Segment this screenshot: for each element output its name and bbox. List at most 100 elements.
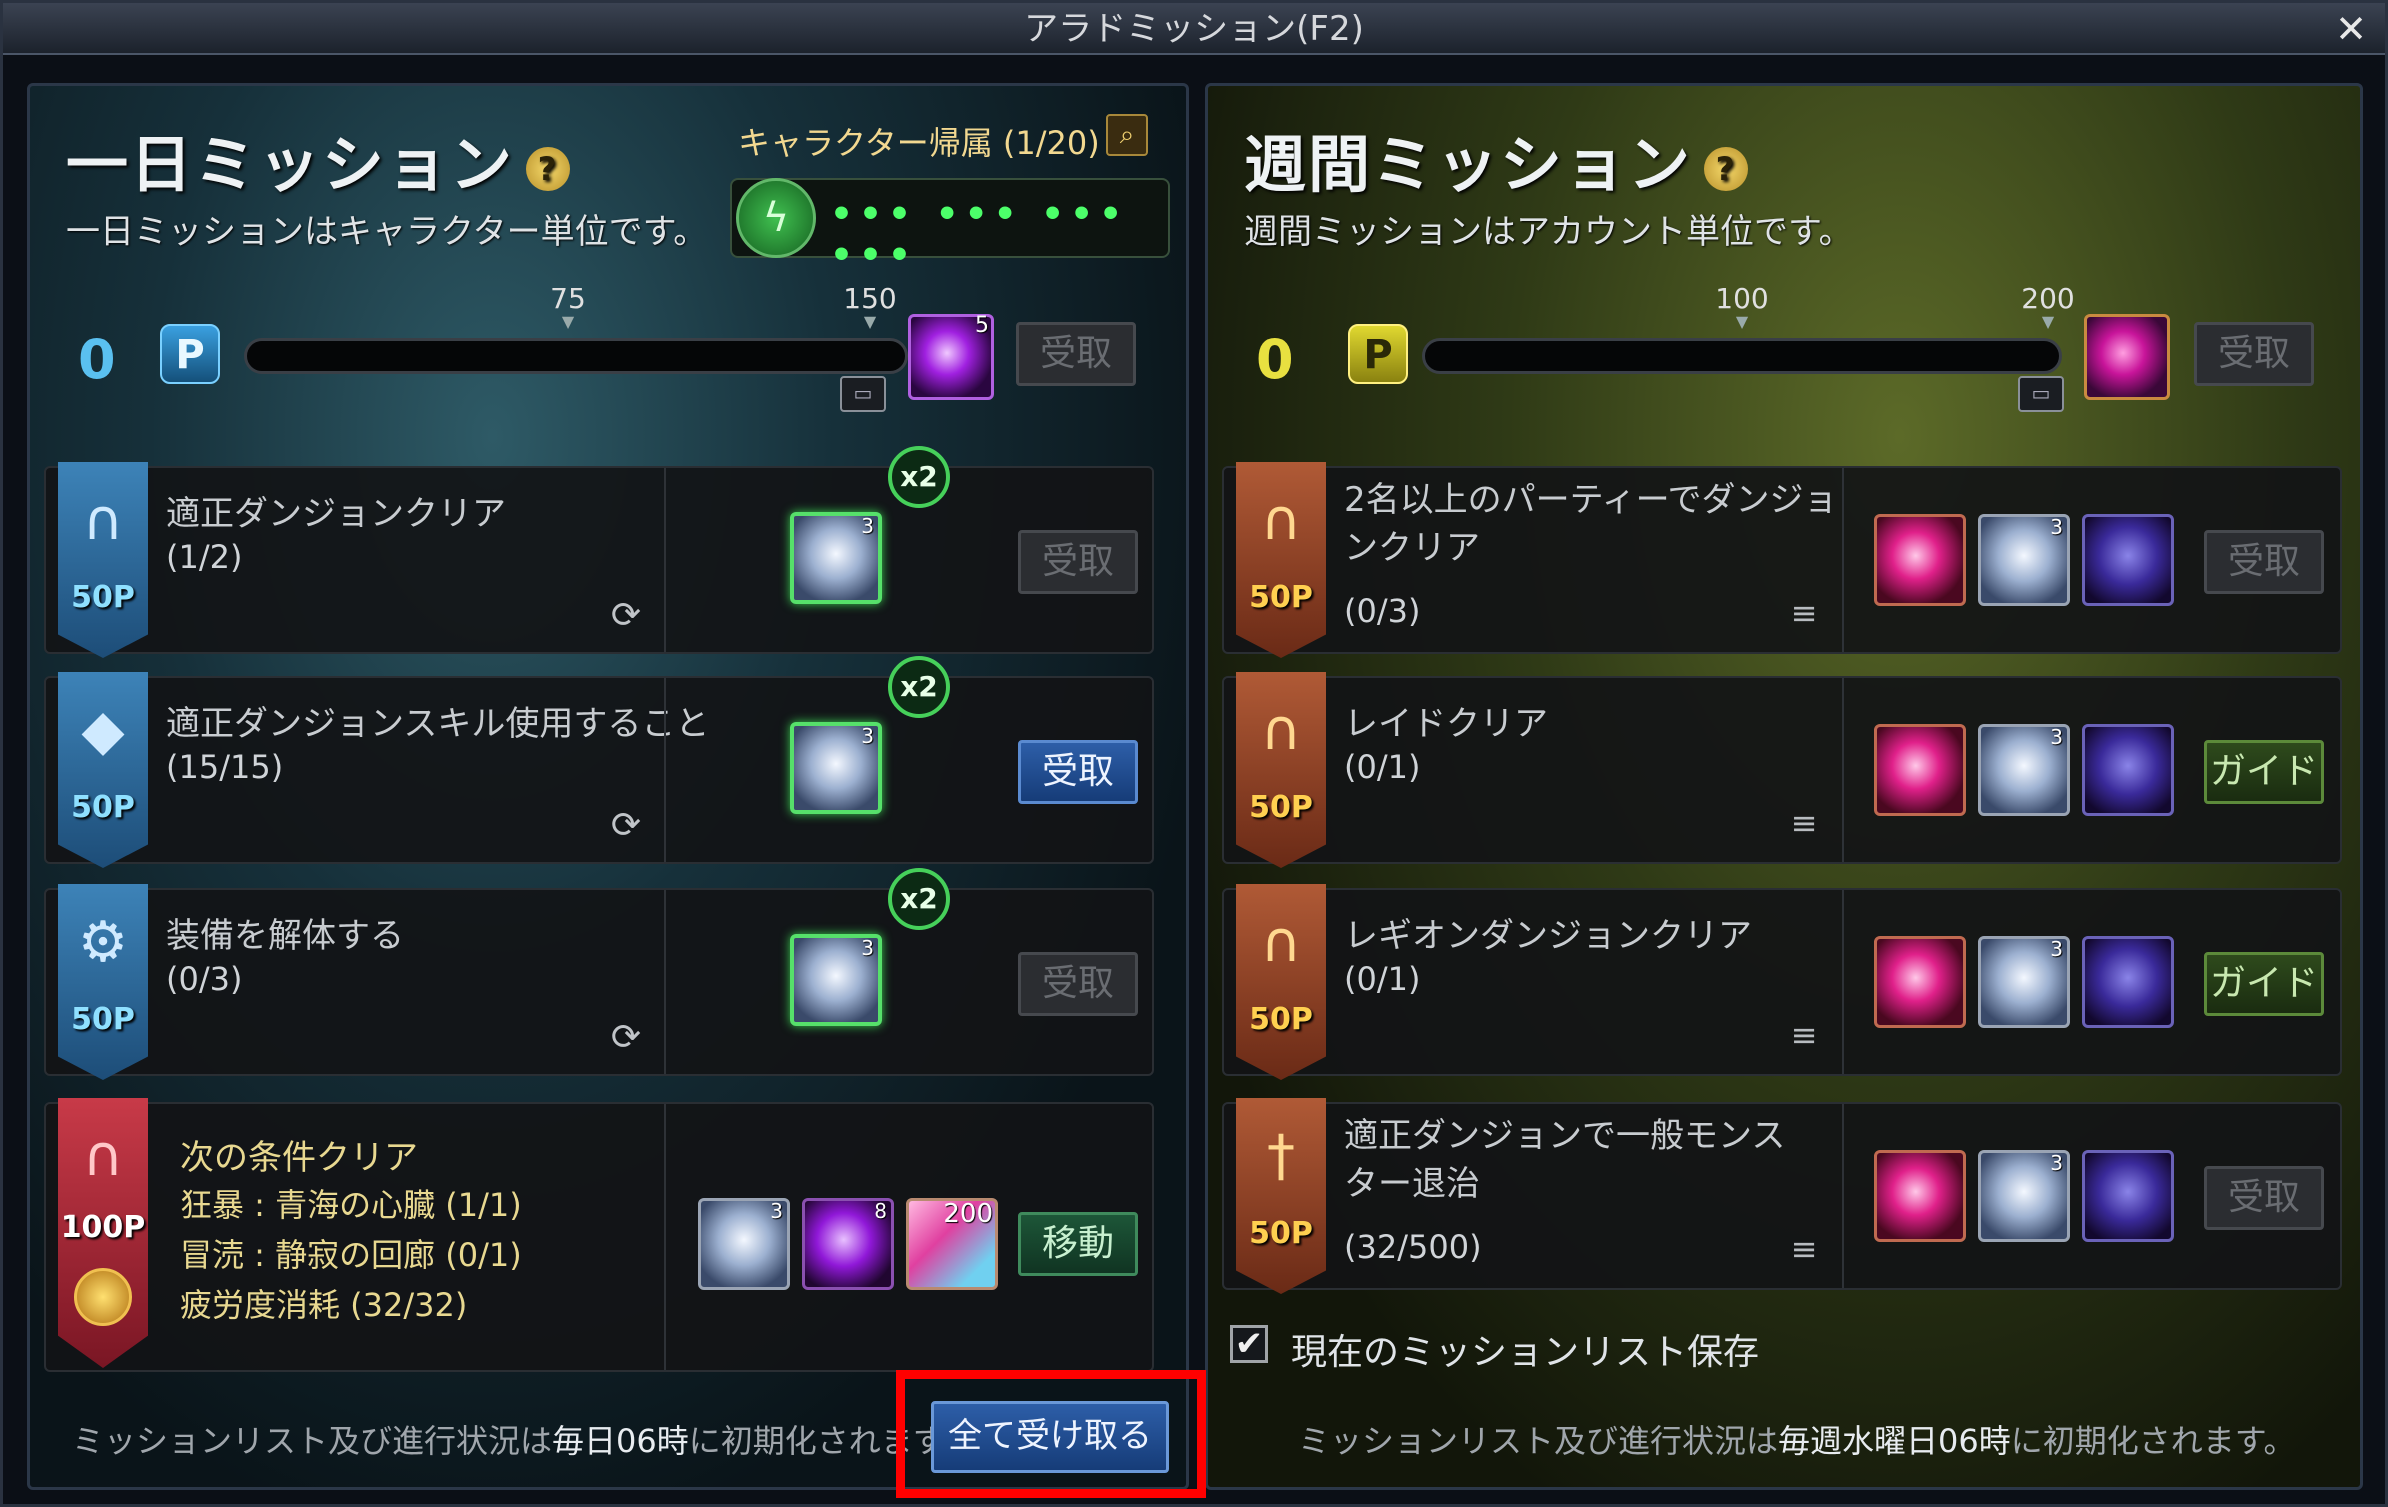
chest-icon[interactable]: ▭ xyxy=(840,376,886,412)
refresh-icon[interactable]: ⟳ xyxy=(606,596,646,636)
claim-button[interactable]: 受取 xyxy=(1018,740,1138,804)
daily-points: 0 xyxy=(78,328,116,391)
save-list-label: 現在のミッションリスト保存 xyxy=(1291,1332,1760,1373)
mission-ribbon: ∩ 50P xyxy=(58,462,148,658)
mission-title: 適正ダンジョンクリア xyxy=(166,494,506,534)
reward-orb-icon[interactable] xyxy=(1874,1150,1966,1242)
reward-gear-icon[interactable]: 3 xyxy=(1978,1150,2070,1242)
claim-button[interactable]: 受取 xyxy=(1018,952,1138,1016)
menu-icon[interactable]: ≡ xyxy=(1784,1019,1824,1051)
mission-title: レギオンダンジョンクリア xyxy=(1344,916,1752,956)
claim-button[interactable]: 受取 xyxy=(2204,1166,2324,1230)
reward-gear-icon[interactable]: 3 xyxy=(1978,514,2070,606)
daily-reward-orb-icon[interactable]: 5 xyxy=(908,313,994,400)
close-icon[interactable]: ✕ xyxy=(2331,9,2371,49)
weekly-mission-panel: 週間ミッション? 週間ミッションはアカウント単位です。 0 P 100 200 … xyxy=(1205,83,2363,1490)
mission-ribbon: ∩ 100P xyxy=(58,1098,148,1368)
refresh-icon[interactable]: ⟳ xyxy=(606,1018,646,1058)
reward-gear-icon[interactable]: 3 xyxy=(1978,724,2070,816)
weekly-progress-track xyxy=(1422,338,2062,374)
reward-orb-icon[interactable] xyxy=(1874,724,1966,816)
point-badge-icon: P xyxy=(1348,324,1408,384)
sword-icon: † xyxy=(1267,1124,1295,1189)
menu-icon[interactable]: ≡ xyxy=(1784,597,1824,629)
menu-icon[interactable]: ≡ xyxy=(1784,1233,1824,1265)
daily-subtitle: 一日ミッションはキャラクター単位です。 xyxy=(66,212,708,252)
mission-title: 適正ダンジョンスキル使用すること xyxy=(166,704,710,744)
help-icon[interactable]: ? xyxy=(526,146,571,191)
crystal-icon: ◆ xyxy=(81,698,125,763)
reward-gear-icon[interactable]: 3 xyxy=(790,512,882,604)
reward-dragon-icon[interactable] xyxy=(2082,514,2174,606)
claim-button[interactable]: 受取 xyxy=(2204,530,2324,594)
reward-gear-icon[interactable]: 3 xyxy=(790,722,882,814)
reward-purple-orb-icon[interactable]: 8 xyxy=(802,1198,894,1290)
weekly-mission-card: † 50P 適正ダンジョンで一般モンスター退治 (32/500) ≡ 3 受取 xyxy=(1222,1098,2342,1294)
multiplier-badge: x2 xyxy=(888,868,950,930)
daily-reset-note: ミッションリスト及び進行状況は毎日06時に初期化されます xyxy=(72,1422,945,1460)
milestone-75: 75 xyxy=(528,282,608,329)
search-icon[interactable]: ⌕ xyxy=(1106,114,1148,156)
highlight-box xyxy=(896,1370,1206,1498)
mission-ribbon: † 50P xyxy=(1236,1098,1326,1294)
daily-special-mission-card: ∩ 100P 次の条件クリア 狂暴 : 青海の心臓 (1/1) 冒涜 : 静寂の回… xyxy=(44,1098,1154,1372)
reward-gear-icon[interactable]: 3 xyxy=(790,934,882,1026)
reward-dragon-icon[interactable] xyxy=(2082,724,2174,816)
weekly-mission-card: ∩ 50P レイドクリア (0/1) ≡ 3 ガイド xyxy=(1222,672,2342,868)
weekly-mission-card: ∩ 50P レギオンダンジョンクリア (0/1) ≡ 3 ガイド xyxy=(1222,884,2342,1080)
gate-icon: ∩ xyxy=(1260,488,1302,553)
milestone-150: 150 xyxy=(830,282,910,329)
guide-button[interactable]: ガイド xyxy=(2204,952,2324,1016)
chest-icon[interactable]: ▭ xyxy=(2018,376,2064,412)
save-list-checkbox[interactable]: ✔ xyxy=(1230,1325,1268,1363)
daily-title: 一日ミッション? xyxy=(66,114,571,204)
gate-icon: ∩ xyxy=(1260,698,1302,763)
gate-icon: ∩ xyxy=(82,1124,124,1189)
claim-button[interactable]: 受取 xyxy=(1018,530,1138,594)
mission-ribbon: ∩ 50P xyxy=(1236,462,1326,658)
reward-dragon-icon[interactable] xyxy=(2082,936,2174,1028)
point-badge-icon: P xyxy=(160,324,220,384)
fatigue-icon: ϟ xyxy=(736,178,816,258)
reward-orb-icon[interactable] xyxy=(1874,514,1966,606)
help-icon[interactable]: ? xyxy=(1704,146,1749,191)
reward-dragon-icon[interactable] xyxy=(2082,1150,2174,1242)
menu-icon[interactable]: ≡ xyxy=(1784,807,1824,839)
gate-icon: ∩ xyxy=(1260,910,1302,975)
reward-gear-icon[interactable]: 3 xyxy=(698,1198,790,1290)
weekly-claim-button[interactable]: 受取 xyxy=(2194,322,2314,386)
weekly-reset-note: ミッションリスト及び進行状況は毎週水曜日06時に初期化されます。 xyxy=(1298,1422,2296,1460)
weekly-title: 週間ミッション? xyxy=(1244,114,1749,204)
medal-icon xyxy=(74,1268,132,1326)
guide-button[interactable]: ガイド xyxy=(2204,740,2324,804)
mission-ribbon: ◆ 50P xyxy=(58,672,148,868)
mission-progress: (0/1) xyxy=(1344,960,1421,998)
weekly-points: 0 xyxy=(1256,328,1294,391)
refresh-icon[interactable]: ⟳ xyxy=(606,806,646,846)
mission-progress: (15/15) xyxy=(166,748,284,786)
special-line: 疲労度消耗 (32/32) xyxy=(180,1286,468,1324)
reward-orb-icon[interactable] xyxy=(1874,936,1966,1028)
mission-ribbon: ⚙ 50P xyxy=(58,884,148,1080)
move-button[interactable]: 移動 xyxy=(1018,1212,1138,1276)
milestone-100: 100 xyxy=(1702,282,1782,329)
weekly-reward-orb-icon[interactable] xyxy=(2084,314,2170,400)
reward-gem-icon[interactable]: 200 xyxy=(906,1198,998,1290)
title-bar[interactable]: アラドミッション(F2) ✕ xyxy=(3,3,2385,55)
fatigue-dots: ••• ••• ••• ••• xyxy=(830,194,1129,276)
special-line: 冒涜 : 静寂の回廊 (0/1) xyxy=(180,1236,522,1274)
multiplier-badge: x2 xyxy=(888,446,950,508)
weekly-subtitle: 週間ミッションはアカウント単位です。 xyxy=(1244,212,1853,252)
mission-title: 適正ダンジョンで一般モンスター退治 xyxy=(1344,1116,1786,1204)
window-title: アラドミッション(F2) xyxy=(1024,9,1364,49)
mission-progress: (1/2) xyxy=(166,538,243,576)
daily-claim-button[interactable]: 受取 xyxy=(1016,322,1136,386)
daily-progress-track xyxy=(244,338,908,374)
mission-ribbon: ∩ 50P xyxy=(1236,672,1326,868)
mission-title: 2名以上のパーティーでダンジョンクリア xyxy=(1344,480,1838,568)
reward-gear-icon[interactable]: 3 xyxy=(1978,936,2070,1028)
mission-progress: (0/1) xyxy=(1344,748,1421,786)
daily-mission-panel: 一日ミッション? 一日ミッションはキャラクター単位です。 キャラクター帰属 (1… xyxy=(27,83,1189,1490)
weekly-mission-card: ∩ 50P 2名以上のパーティーでダンジョンクリア (0/3) ≡ 3 受取 xyxy=(1222,462,2342,658)
daily-mission-card: ⚙ 50P 装備を解体する (0/3) ⟳ 3 x2 受取 xyxy=(44,868,1154,1080)
